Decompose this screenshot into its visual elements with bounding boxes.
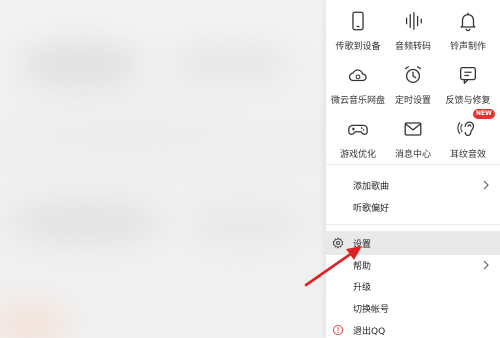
ear-icon	[457, 121, 475, 136]
tool-weiyun-music-drive[interactable]: 微云音乐网盘	[329, 54, 387, 106]
alarm-clock-icon	[405, 66, 421, 83]
blur-shape	[170, 45, 290, 81]
menu-item-label: 退出QQ	[353, 326, 386, 337]
tool-label: 音频转码	[394, 42, 431, 52]
tool-label: 消息中心	[394, 150, 431, 160]
tool-label: 传歌到设备	[335, 42, 381, 52]
menu-item-label: 添加歌曲	[353, 181, 390, 192]
tool-audio-transcode[interactable]: 音频转码	[384, 0, 442, 52]
blur-shape	[20, 40, 140, 90]
divider	[326, 224, 500, 225]
tool-label: 定时设置	[394, 96, 431, 106]
blurred-background	[0, 0, 326, 338]
feedback-icon	[460, 67, 476, 84]
menu-item-listening-preference[interactable]: 听歌偏好	[326, 195, 500, 219]
divider	[326, 164, 500, 165]
blur-shape	[190, 205, 300, 245]
tool-message-center[interactable]: 消息中心	[384, 108, 442, 160]
menu-item-label: 切换帐号	[353, 304, 390, 315]
tool-label: 耳纹音效	[449, 150, 486, 160]
power-icon	[333, 325, 343, 335]
phone-icon	[352, 11, 364, 31]
tool-transfer-to-device[interactable]: 传歌到设备	[329, 0, 387, 52]
annotation-arrow-icon	[304, 246, 362, 287]
tool-label: 反馈与修复	[445, 96, 491, 106]
cloud-icon	[348, 69, 367, 82]
blur-shape	[30, 120, 230, 150]
gamepad-icon	[348, 124, 368, 135]
tool-label: 微云音乐网盘	[330, 96, 385, 106]
tool-ringtone-maker[interactable]: 铃声制作	[439, 0, 497, 52]
new-badge: NEW	[473, 109, 495, 119]
blur-shape	[0, 300, 70, 338]
chevron-right-icon	[483, 260, 489, 270]
tool-label: 游戏优化	[339, 150, 376, 160]
mail-icon	[404, 122, 422, 136]
bell-icon	[460, 12, 476, 32]
chevron-right-icon	[483, 180, 489, 190]
tool-game-optimize[interactable]: 游戏优化	[329, 108, 387, 160]
menu-item-label: 听歌偏好	[353, 203, 390, 214]
blur-shape	[10, 200, 160, 245]
menu-item-switch-account[interactable]: 切换帐号	[326, 296, 500, 320]
soundwave-icon	[405, 12, 422, 30]
tool-label: 铃声制作	[449, 42, 486, 52]
menu-item-add-song[interactable]: 添加歌曲	[326, 173, 500, 197]
tool-ear-sound-effect[interactable]: NEW 耳纹音效	[439, 108, 497, 160]
menu-item-quit[interactable]: 退出QQ	[326, 318, 500, 338]
tool-timer-settings[interactable]: 定时设置	[384, 54, 442, 106]
tool-feedback-repair[interactable]: 反馈与修复	[439, 54, 497, 106]
